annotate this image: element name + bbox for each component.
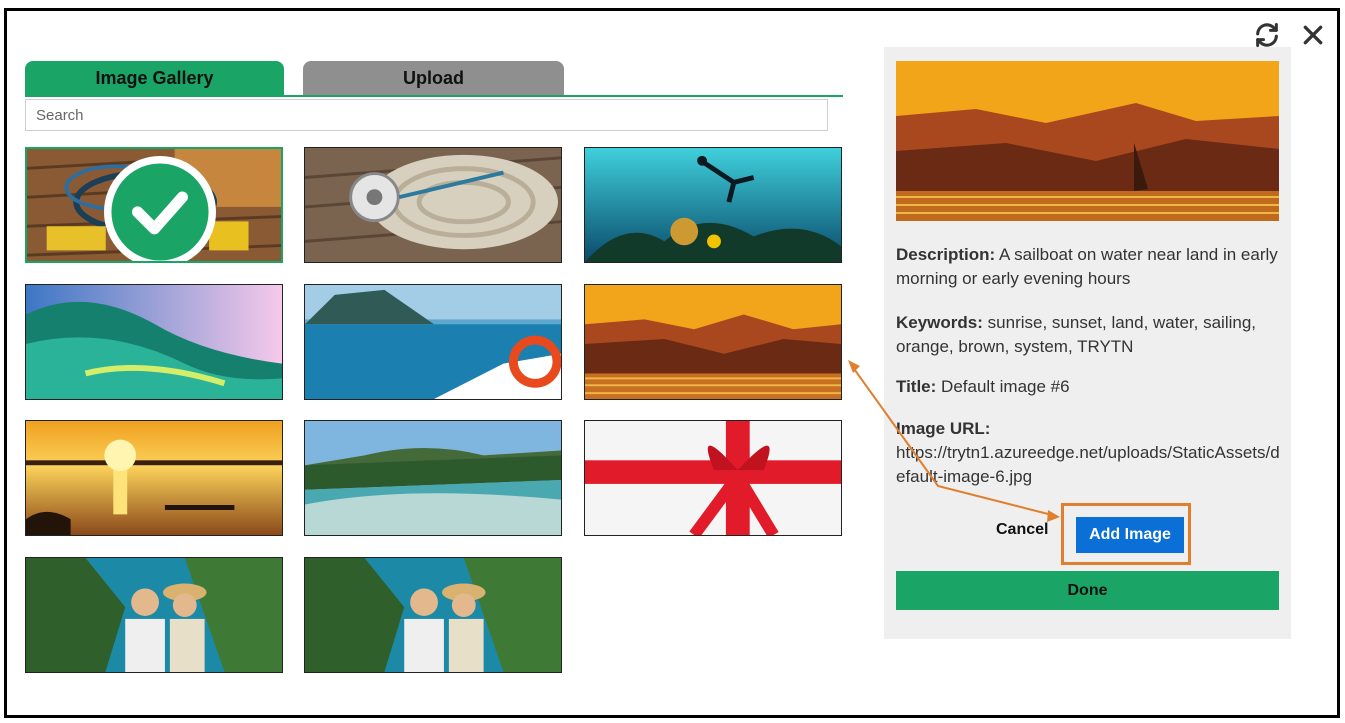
cancel-button[interactable]: Cancel: [996, 521, 1048, 539]
image-url: Image URL: https://trytn1.azureedge.net/…: [896, 417, 1280, 489]
gallery-thumbnail-sailboat[interactable]: [584, 284, 842, 400]
title-label: Title:: [896, 377, 937, 396]
keywords-label: Keywords:: [896, 313, 983, 332]
description-label: Description:: [896, 245, 996, 264]
tab-image-gallery[interactable]: Image Gallery: [25, 61, 284, 96]
gallery-thumbnail-scuba[interactable]: [25, 147, 283, 263]
gallery-thumbnail-couple[interactable]: [304, 557, 562, 673]
gallery-thumbnail-couple[interactable]: [25, 557, 283, 673]
gallery-thumbnail-beach[interactable]: [304, 420, 562, 536]
refresh-icon[interactable]: [1252, 20, 1282, 50]
add-image-button[interactable]: Add Image: [1076, 517, 1184, 553]
gallery-thumbnail-ribbon[interactable]: [584, 420, 842, 536]
image-keywords: Keywords: sunrise, sunset, land, water, …: [896, 311, 1280, 359]
image-title: Title: Default image #6: [896, 375, 1280, 399]
gallery-thumbnail-wave[interactable]: [25, 284, 283, 400]
search-input[interactable]: [25, 99, 828, 131]
title-value: Default image #6: [941, 377, 1070, 396]
image-description: Description: A sailboat on water near la…: [896, 243, 1280, 291]
gallery-thumbnail-kayak[interactable]: [25, 420, 283, 536]
gallery-thumbnail-boat[interactable]: [304, 284, 562, 400]
gallery-thumbnail-rope[interactable]: [304, 147, 562, 263]
tab-label: Image Gallery: [95, 68, 214, 88]
url-value: https://trytn1.azureedge.net/uploads/Sta…: [896, 443, 1280, 486]
done-button[interactable]: Done: [896, 571, 1279, 610]
url-label: Image URL:: [896, 419, 991, 438]
check-icon: [104, 156, 216, 261]
tab-underline: [25, 95, 843, 97]
image-preview: [896, 61, 1279, 221]
gallery-thumbnail-diver[interactable]: [584, 147, 842, 263]
tab-label: Upload: [403, 68, 464, 88]
tab-upload[interactable]: Upload: [303, 61, 564, 96]
image-details-panel: Description: A sailboat on water near la…: [884, 47, 1291, 639]
close-icon[interactable]: [1298, 20, 1328, 50]
